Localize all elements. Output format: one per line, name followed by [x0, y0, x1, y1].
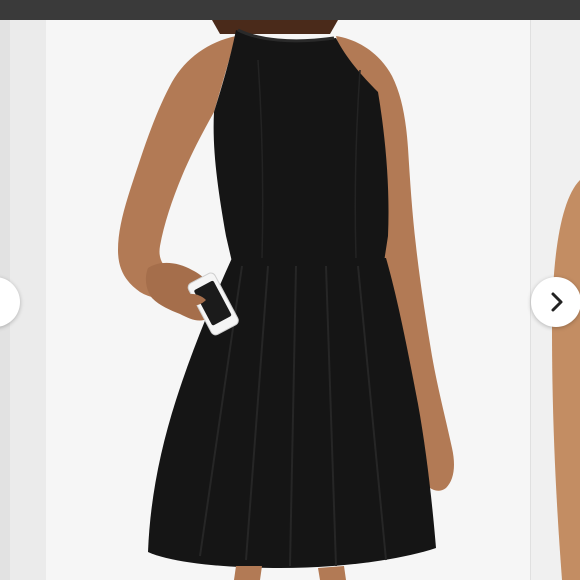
chevron-left-icon: [0, 291, 6, 313]
model-legs: [234, 566, 346, 580]
next-slide-arm: [552, 180, 580, 580]
next-button[interactable]: [531, 277, 580, 327]
chevron-right-icon: [551, 292, 563, 312]
image-carousel: [0, 0, 580, 580]
top-bar: [0, 0, 580, 20]
model-hair: [212, 20, 338, 34]
product-photo: [0, 20, 580, 580]
